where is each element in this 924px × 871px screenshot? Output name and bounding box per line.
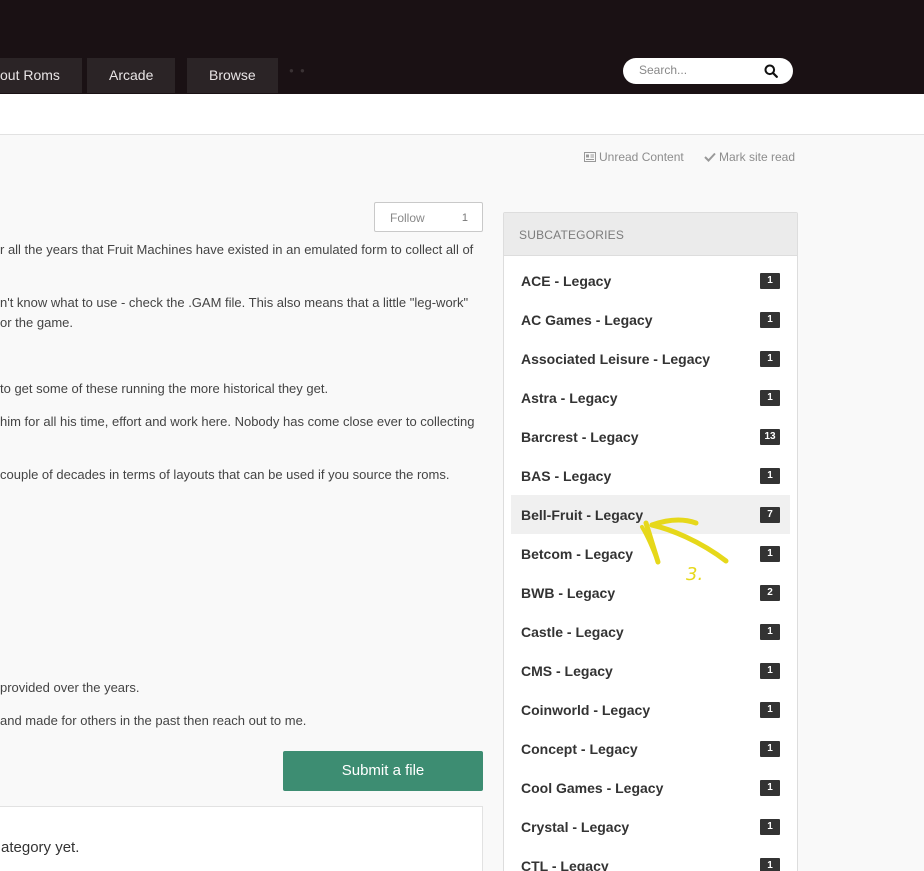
newspaper-icon — [584, 152, 596, 162]
subcategory-link[interactable]: BAS - Legacy — [521, 468, 611, 484]
nav-more-dots[interactable]: ● ● — [289, 66, 307, 75]
sidebar-title: SUBCATEGORIES — [504, 213, 797, 256]
subcategory-item[interactable]: Concept - Legacy 1 — [511, 729, 790, 768]
subcategory-item[interactable]: Astra - Legacy 1 — [511, 378, 790, 417]
subcategory-item[interactable]: CMS - Legacy 1 — [511, 651, 790, 690]
subcategories-sidebar: SUBCATEGORIES ACE - Legacy 1 AC Games - L… — [503, 212, 798, 871]
description-line: provided over the years. — [0, 680, 140, 695]
search-input[interactable] — [639, 63, 759, 77]
breadcrumb-bar — [0, 94, 924, 135]
file-count-badge: 1 — [760, 858, 780, 871]
subcategory-link[interactable]: AC Games - Legacy — [521, 312, 653, 328]
subcategory-link[interactable]: Bell-Fruit - Legacy — [521, 507, 643, 523]
follow-button[interactable]: Follow 1 — [374, 202, 483, 232]
file-count-badge: 1 — [760, 780, 780, 796]
file-count-badge: 1 — [760, 663, 780, 679]
search-box[interactable] — [623, 58, 793, 84]
unread-content-link[interactable]: Unread Content — [584, 150, 684, 164]
subcategory-item[interactable]: Associated Leisure - Legacy 1 — [511, 339, 790, 378]
file-count-badge: 1 — [760, 702, 780, 718]
file-list-panel: ategory yet. — [0, 806, 483, 871]
file-count-badge: 1 — [760, 546, 780, 562]
file-count-badge: 2 — [760, 585, 780, 601]
file-count-badge: 1 — [760, 351, 780, 367]
subcategory-link[interactable]: Cool Games - Legacy — [521, 780, 663, 796]
description-line: r all the years that Fruit Machines have… — [0, 242, 474, 257]
subcategory-link[interactable]: Astra - Legacy — [521, 390, 617, 406]
description-line: him for all his time, effort and work he… — [0, 414, 475, 429]
subcategory-link[interactable]: CMS - Legacy — [521, 663, 613, 679]
description-line: to get some of these running the more hi… — [0, 381, 329, 396]
subcategory-link[interactable]: ACE - Legacy — [521, 273, 611, 289]
follow-label: Follow — [390, 211, 425, 225]
file-count-badge: 1 — [760, 819, 780, 835]
follower-count: 1 — [461, 212, 468, 224]
subcategory-link[interactable]: Barcrest - Legacy — [521, 429, 639, 445]
subcategory-link[interactable]: Crystal - Legacy — [521, 819, 629, 835]
empty-state-text: ategory yet. — [1, 839, 80, 856]
subcategory-link[interactable]: Castle - Legacy — [521, 624, 624, 640]
file-count-badge: 1 — [760, 624, 780, 640]
subcategory-link[interactable]: Concept - Legacy — [521, 741, 638, 757]
mark-site-read-label: Mark site read — [719, 150, 796, 164]
subcategory-item[interactable]: AC Games - Legacy 1 — [511, 300, 790, 339]
file-count-badge: 1 — [760, 741, 780, 757]
top-header: out Roms Arcade Browse ● ● — [0, 0, 924, 94]
subcategory-link[interactable]: Betcom - Legacy — [521, 546, 633, 562]
unread-content-label: Unread Content — [599, 150, 684, 164]
file-count-badge: 1 — [760, 312, 780, 328]
search-icon[interactable] — [764, 64, 778, 78]
subcategory-item[interactable]: BAS - Legacy 1 — [511, 456, 790, 495]
subcategory-item[interactable]: Crystal - Legacy 1 — [511, 807, 790, 846]
description-line: or the game. — [0, 315, 73, 330]
file-count-badge: 1 — [760, 468, 780, 484]
subcategory-item[interactable]: Cool Games - Legacy 1 — [511, 768, 790, 807]
description-line: n't know what to use - check the .GAM fi… — [0, 295, 469, 310]
subcategory-item[interactable]: Castle - Legacy 1 — [511, 612, 790, 651]
submit-file-button[interactable]: Submit a file — [283, 751, 483, 791]
file-count-badge: 7 — [760, 507, 780, 523]
file-count-badge: 1 — [760, 390, 780, 406]
subcategory-link[interactable]: CTL - Legacy — [521, 858, 609, 871]
subcategory-item-hovered[interactable]: Bell-Fruit - Legacy 7 — [511, 495, 790, 534]
nav-item-arcade[interactable]: Arcade — [87, 58, 176, 93]
subcategory-item[interactable]: CTL - Legacy 1 — [511, 846, 790, 871]
subcategory-item[interactable]: BWB - Legacy 2 — [511, 573, 790, 612]
subcategory-link[interactable]: Coinworld - Legacy — [521, 702, 650, 718]
subcategory-item[interactable]: Barcrest - Legacy 13 — [511, 417, 790, 456]
file-count-badge: 1 — [760, 273, 780, 289]
subcategory-link[interactable]: BWB - Legacy — [521, 585, 615, 601]
checkmark-icon — [704, 152, 716, 162]
nav-item-about-roms[interactable]: out Roms — [0, 58, 82, 93]
mark-site-read-link[interactable]: Mark site read — [704, 150, 795, 164]
annotation-step-label: 3. — [686, 564, 704, 585]
file-count-badge: 13 — [760, 429, 780, 445]
description-line: couple of decades in terms of layouts th… — [0, 467, 450, 482]
description-line: and made for others in the past then rea… — [0, 713, 307, 728]
subcategory-link[interactable]: Associated Leisure - Legacy — [521, 351, 710, 367]
subcategory-item[interactable]: Coinworld - Legacy 1 — [511, 690, 790, 729]
subcategory-item[interactable]: ACE - Legacy 1 — [511, 261, 790, 300]
subcategory-list: ACE - Legacy 1 AC Games - Legacy 1 Associa… — [504, 256, 797, 871]
subcategory-item[interactable]: Betcom - Legacy 1 — [511, 534, 790, 573]
nav-item-browse[interactable]: Browse — [187, 58, 278, 93]
